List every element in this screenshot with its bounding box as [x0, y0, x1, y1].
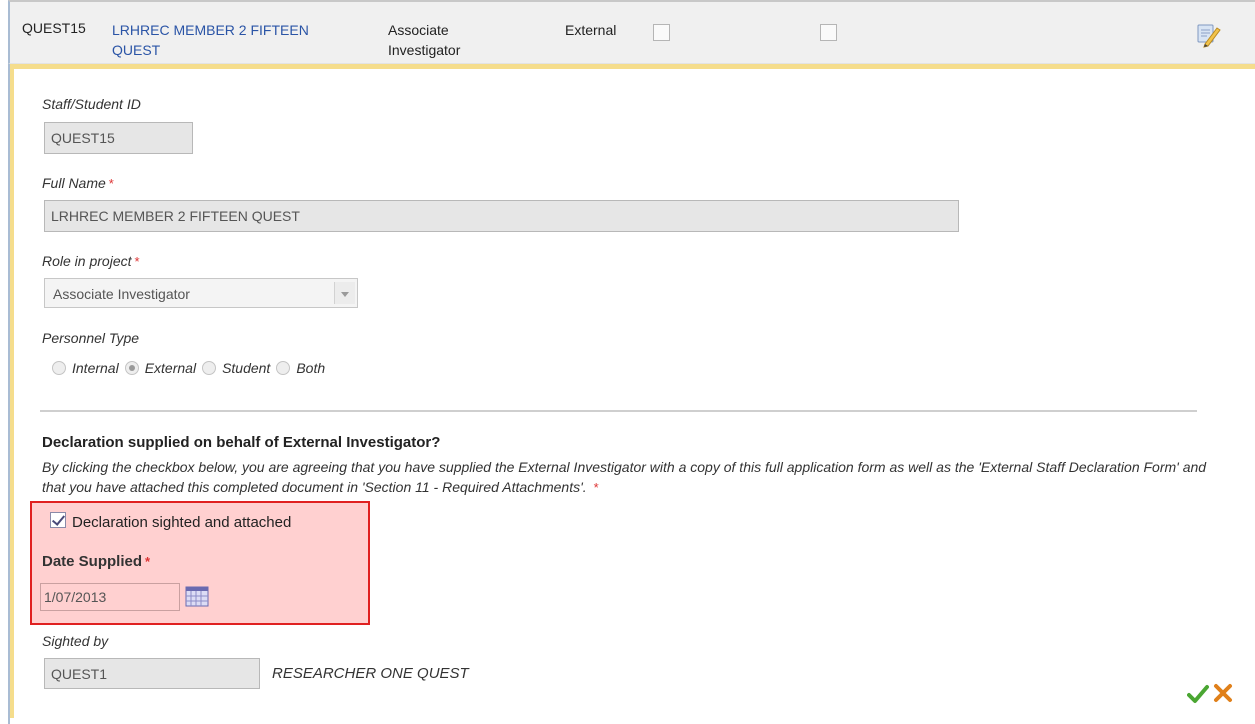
radio-option-student[interactable]: Student — [202, 360, 270, 376]
radio-button[interactable] — [202, 361, 217, 375]
declaration-title: Declaration supplied on behalf of Extern… — [42, 434, 441, 451]
header-name-link[interactable]: LRHREC MEMBER 2 FIFTEEN QUEST — [112, 20, 372, 60]
radio-label[interactable]: Both — [296, 360, 325, 376]
personnel-type-radio-group: Internal External Student Both — [52, 360, 331, 376]
header-external-label: External — [565, 22, 617, 38]
header-role-line2: Investigator — [388, 42, 461, 58]
header-role-line1: Associate — [388, 22, 449, 38]
role-select[interactable]: Associate Investigator — [44, 278, 358, 308]
panel-accent-bar — [10, 64, 1255, 69]
staff-id-label: Staff/Student ID — [42, 96, 141, 112]
radio-button[interactable] — [276, 361, 291, 375]
header-name-line1[interactable]: LRHREC MEMBER 2 FIFTEEN — [112, 20, 372, 40]
radio-option-external[interactable]: External — [124, 360, 196, 376]
sighted-by-name: RESEARCHER ONE QUEST — [272, 665, 469, 682]
role-label-text: Role in project — [42, 253, 132, 269]
cancel-x-icon[interactable] — [1213, 683, 1233, 703]
save-check-icon[interactable] — [1187, 683, 1209, 705]
required-marker: * — [145, 554, 151, 569]
radio-label[interactable]: Internal — [72, 360, 119, 376]
details-panel — [8, 64, 1255, 724]
header-name-line2[interactable]: QUEST — [112, 40, 372, 60]
required-marker: * — [108, 176, 114, 191]
header-id: QUEST15 — [22, 20, 86, 36]
radio-button[interactable] — [52, 361, 66, 375]
header-role: Associate Investigator — [388, 20, 460, 60]
declaration-checkbox-label[interactable]: Declaration sighted and attached — [72, 514, 291, 531]
edit-pencil-icon[interactable] — [1196, 22, 1222, 48]
radio-option-internal[interactable]: Internal — [52, 360, 119, 376]
full-name-label-text: Full Name — [42, 175, 106, 191]
full-name-field[interactable]: LRHREC MEMBER 2 FIFTEEN QUEST — [44, 200, 959, 232]
declaration-text: By clicking the checkbox below, you are … — [42, 457, 1222, 498]
required-marker: * — [134, 254, 140, 269]
personnel-type-label: Personnel Type — [42, 330, 140, 346]
declaration-text-body: By clicking the checkbox below, you are … — [42, 459, 1207, 495]
role-select-value[interactable]: Associate Investigator — [53, 286, 190, 302]
full-name-label: Full Name * — [42, 175, 114, 191]
declaration-checkbox[interactable] — [50, 512, 66, 528]
radio-option-both[interactable]: Both — [276, 360, 325, 376]
sighted-by-field[interactable]: QUEST1 — [44, 658, 260, 689]
section-divider — [40, 410, 1197, 412]
calendar-icon[interactable] — [185, 585, 209, 607]
staff-id-field[interactable]: QUEST15 — [44, 122, 193, 154]
chevron-down-icon[interactable] — [334, 282, 355, 304]
role-label: Role in project * — [42, 253, 140, 269]
radio-button-selected[interactable] — [124, 361, 139, 375]
header-external-checkbox[interactable] — [653, 24, 670, 41]
header-second-checkbox[interactable] — [820, 24, 837, 41]
date-supplied-input[interactable]: 1/07/2013 — [40, 583, 180, 611]
sighted-by-label: Sighted by — [42, 633, 109, 649]
radio-label[interactable]: External — [145, 360, 196, 376]
date-supplied-label-text: Date Supplied — [42, 553, 143, 570]
date-supplied-label: Date Supplied * — [42, 553, 150, 570]
radio-label[interactable]: Student — [222, 360, 270, 376]
required-marker: * — [593, 480, 599, 495]
panel-accent-side — [10, 64, 14, 718]
